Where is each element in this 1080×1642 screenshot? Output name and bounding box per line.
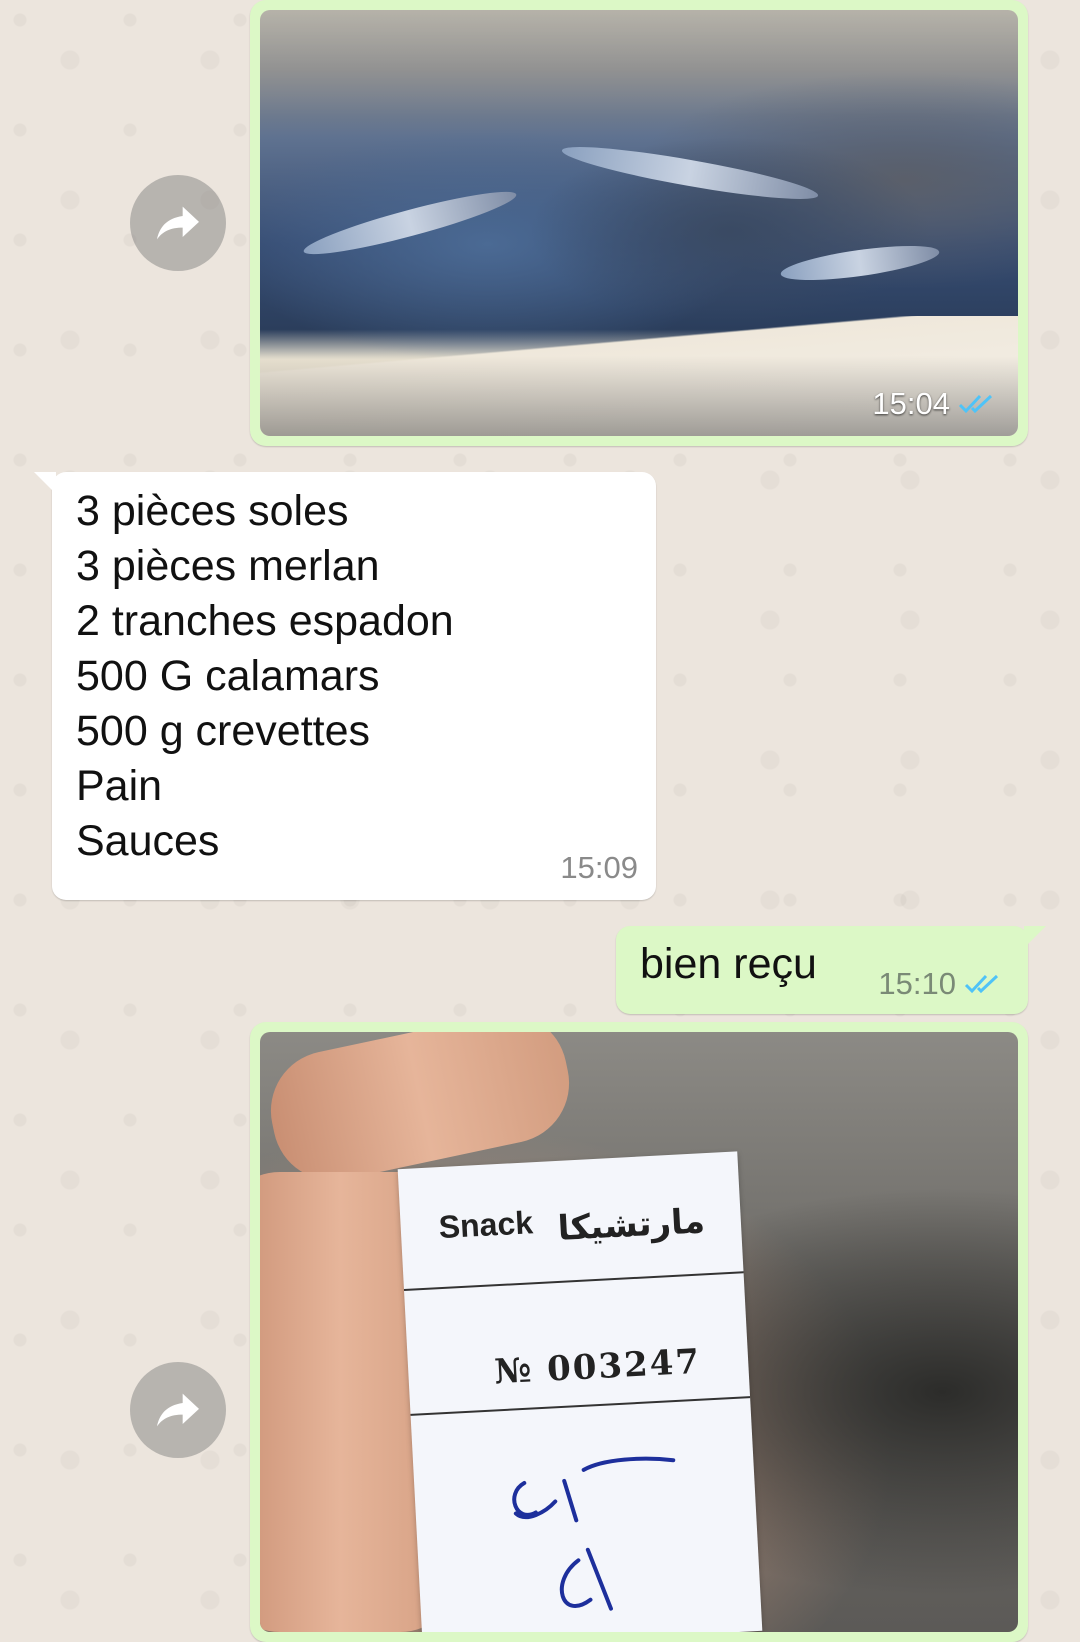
forward-arrow-icon [157,1393,199,1427]
message-line: 500 g crevettes [76,707,371,755]
message-meta: 15:10 [878,966,1006,1002]
image-message[interactable]: 15:04 [250,0,1028,446]
double-check-icon [958,392,1000,416]
seafood-photo[interactable]: 15:04 [260,10,1018,436]
message-line: 2 tranches espadon [76,597,454,645]
image-timestamp: 15:04 [872,386,1000,422]
ticket-brand-arabic: مارتشيكا [556,1201,706,1249]
outgoing-text-message[interactable]: bien reçu 15:10 [616,926,1046,1014]
receipt-ticket: Snack مارتشيكا № 003247 [397,1151,763,1632]
message-body: 3 pièces soles 3 pièces merlan 2 tranche… [76,484,454,869]
message-time: 15:04 [872,386,950,421]
message-line: 500 G calamars [76,652,380,700]
message-time: 15:10 [878,966,956,1001]
message-text: bien reçu [640,940,817,988]
message-line: 3 pièces soles [76,487,349,535]
forward-arrow-icon [157,206,199,240]
message-time: 15:09 [560,850,638,885]
handwriting-scrawl [512,1456,676,1611]
ticket-brand: Snack [437,1204,534,1246]
forward-button[interactable] [130,1362,226,1458]
message-line: Pain [76,762,163,810]
message-line: Sauces [76,817,220,865]
forward-button[interactable] [130,175,226,271]
image-message[interactable]: Snack مارتشيكا № 003247 [250,1022,1028,1642]
incoming-text-message[interactable]: 3 pièces soles 3 pièces merlan 2 tranche… [34,472,656,900]
double-check-icon [964,972,1006,996]
ticket-number: № 003247 [493,1341,702,1393]
message-line: 3 pièces merlan [76,542,380,590]
ticket-photo[interactable]: Snack مارتشيكا № 003247 [260,1032,1018,1632]
